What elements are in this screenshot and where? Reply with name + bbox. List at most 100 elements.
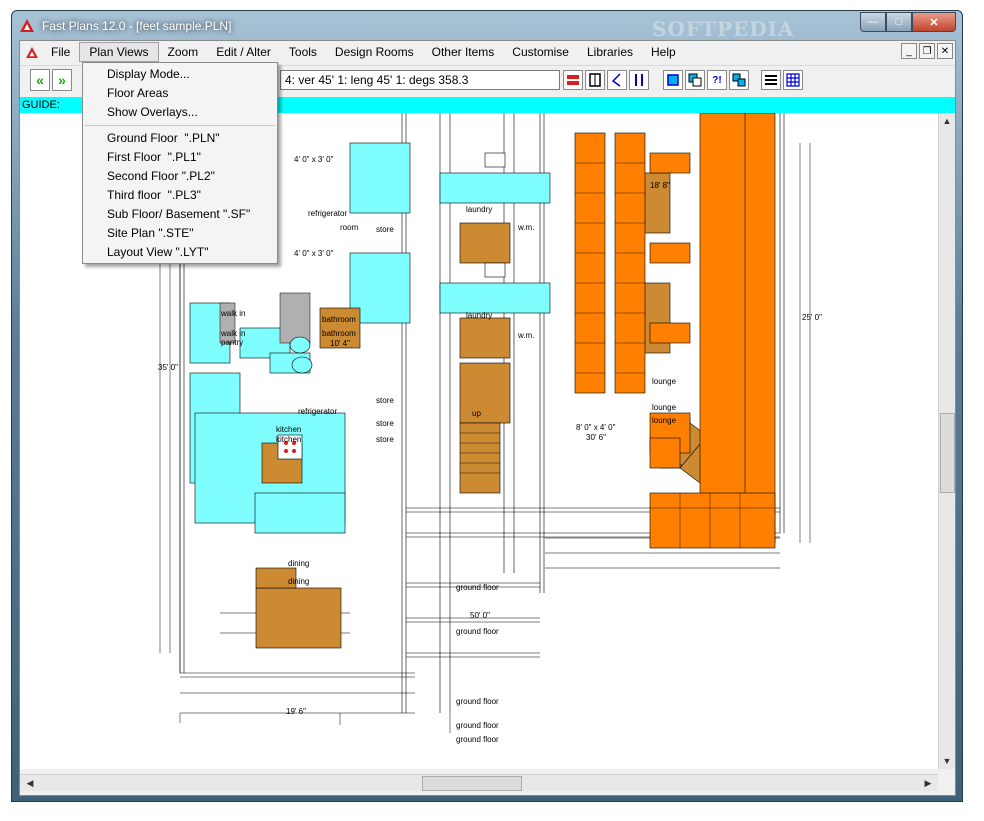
menu-bar: File Plan Views Zoom Edit / Alter Tools … xyxy=(20,41,955,63)
menu-edit-alter[interactable]: Edit / Alter xyxy=(207,42,280,62)
menu-customise[interactable]: Customise xyxy=(503,42,578,62)
menu-item-third-floor[interactable]: Third floor ".PL3" xyxy=(83,186,277,205)
plan-views-dropdown: Display Mode... Floor Areas Show Overlay… xyxy=(82,62,278,264)
menu-separator xyxy=(85,125,275,126)
doc-minimize-button[interactable]: _ xyxy=(901,43,917,59)
double-chevron-left-icon: « xyxy=(36,72,44,88)
parallel-lines-icon xyxy=(635,74,643,86)
dimension-label: 4' 0" x 3' 0" xyxy=(294,249,334,258)
angle-icon xyxy=(611,73,621,87)
plan-label: bathroom xyxy=(322,329,356,338)
plan-label: up xyxy=(472,409,481,418)
plan-label: w.m. xyxy=(518,331,535,340)
maximize-button[interactable]: □ xyxy=(886,12,912,32)
status-readout: 4: ver 45' 1: leng 45' 1: degs 358.3 xyxy=(280,70,560,90)
watermark: SOFTPEDIA xyxy=(652,17,795,41)
menu-item-layout-view[interactable]: Layout View ".LYT" xyxy=(83,243,277,262)
menu-other-items[interactable]: Other Items xyxy=(423,42,504,62)
dimension-label: 4' 0" x 3' 0" xyxy=(294,155,334,164)
doc-restore-button[interactable]: ❐ xyxy=(919,43,935,59)
query-icon: ?! xyxy=(712,74,722,86)
menu-item-first-floor[interactable]: First Floor ".PL1" xyxy=(83,148,277,167)
plan-label: kitchen xyxy=(276,435,302,444)
scroll-up-arrow-icon[interactable]: ▲ xyxy=(939,113,955,129)
menu-design-rooms[interactable]: Design Rooms xyxy=(326,42,423,62)
angle-tool-button[interactable] xyxy=(607,70,627,90)
document-window-controls: _ ❐ ✕ xyxy=(901,43,953,59)
menu-help[interactable]: Help xyxy=(642,42,685,62)
wall-tool-button[interactable] xyxy=(563,70,583,90)
scroll-down-arrow-icon[interactable]: ▼ xyxy=(939,753,955,769)
plan-label: refrigerator xyxy=(308,209,348,218)
vertical-scroll-thumb[interactable] xyxy=(940,413,955,493)
window-controls: — □ ✕ xyxy=(860,12,956,32)
menu-tools[interactable]: Tools xyxy=(280,42,326,62)
menu-item-sub-floor[interactable]: Sub Floor/ Basement ".SF" xyxy=(83,205,277,224)
menu-item-show-overlays[interactable]: Show Overlays... xyxy=(83,103,277,122)
dimension-label: 19' 6" xyxy=(286,707,306,716)
menu-item-display-mode[interactable]: Display Mode... xyxy=(83,65,277,84)
previous-button[interactable]: « xyxy=(30,69,50,91)
query-tool-button[interactable]: ?! xyxy=(707,70,727,90)
horizontal-scrollbar[interactable]: ◀ ▶ xyxy=(20,774,938,791)
plan-label: w.m. xyxy=(518,223,535,232)
plan-label: ground floor xyxy=(456,721,499,730)
plan-label: store xyxy=(376,396,394,405)
dimension-label: 35' 0" xyxy=(158,363,178,372)
door-icon xyxy=(589,73,601,87)
next-button[interactable]: » xyxy=(52,69,72,91)
plan-label: lounge xyxy=(652,403,677,412)
minimize-icon: — xyxy=(867,16,879,28)
grid-icon xyxy=(786,73,800,87)
menu-item-ground-floor[interactable]: Ground Floor ".PLN" xyxy=(83,129,277,148)
vertical-scrollbar[interactable]: ▲ ▼ xyxy=(938,113,955,769)
document-logo-icon[interactable] xyxy=(22,42,42,62)
plan-label: walk in xyxy=(221,309,246,318)
plan-label: laundry xyxy=(466,205,493,214)
plan-label: pantry xyxy=(221,338,244,347)
plan-label: ground floor xyxy=(456,735,499,744)
menu-item-second-floor[interactable]: Second Floor ".PL2" xyxy=(83,167,277,186)
menu-plan-views[interactable]: Plan Views xyxy=(79,42,159,62)
close-icon: ✕ xyxy=(929,16,939,29)
plan-label: ground floor xyxy=(456,627,499,636)
maximize-icon: □ xyxy=(895,16,903,28)
plan-label: dining xyxy=(288,577,310,586)
menu-file[interactable]: File xyxy=(42,42,79,62)
group-tool-button[interactable] xyxy=(729,70,749,90)
plan-label: ground floor xyxy=(456,697,499,706)
window-title: Fast Plans 12.0 - [feet sample.PLN] xyxy=(42,19,232,33)
group-icon xyxy=(732,73,746,87)
doc-close-button[interactable]: ✕ xyxy=(937,43,953,59)
plan-label: store xyxy=(376,419,394,428)
dimension-label: 25' 0" xyxy=(802,313,822,322)
grid-tool-button[interactable] xyxy=(783,70,803,90)
horizontal-scroll-thumb[interactable] xyxy=(422,776,522,791)
plan-label: laundry xyxy=(466,311,493,320)
parallel-tool-button[interactable] xyxy=(629,70,649,90)
dimension-label: 10' 4" xyxy=(330,339,350,348)
scroll-left-arrow-icon[interactable]: ◀ xyxy=(22,775,38,791)
copy-icon xyxy=(688,73,702,87)
minimize-button[interactable]: — xyxy=(860,12,886,32)
plan-label: dining xyxy=(288,559,310,568)
layers-tool-button[interactable] xyxy=(761,70,781,90)
guide-label: GUIDE: xyxy=(22,99,60,111)
menu-libraries[interactable]: Libraries xyxy=(578,42,642,62)
app-logo-icon xyxy=(20,19,34,32)
menu-item-floor-areas[interactable]: Floor Areas xyxy=(83,84,277,103)
scroll-right-arrow-icon[interactable]: ▶ xyxy=(920,775,936,791)
plan-label: refrigerator xyxy=(298,407,338,416)
select-tool-button[interactable] xyxy=(663,70,683,90)
copy-tool-button[interactable] xyxy=(685,70,705,90)
door-tool-button[interactable] xyxy=(585,70,605,90)
dimension-label: 30' 6" xyxy=(586,433,606,442)
close-button[interactable]: ✕ xyxy=(912,12,956,32)
title-bar: Fast Plans 12.0 - [feet sample.PLN] SOFT… xyxy=(12,11,962,41)
menu-zoom[interactable]: Zoom xyxy=(159,42,208,62)
plan-label: store xyxy=(376,225,394,234)
menu-item-site-plan[interactable]: Site Plan ".STE" xyxy=(83,224,277,243)
plan-label: ground floor xyxy=(456,583,499,592)
plan-label: bathroom xyxy=(322,315,356,324)
plan-label: lounge xyxy=(652,377,677,386)
